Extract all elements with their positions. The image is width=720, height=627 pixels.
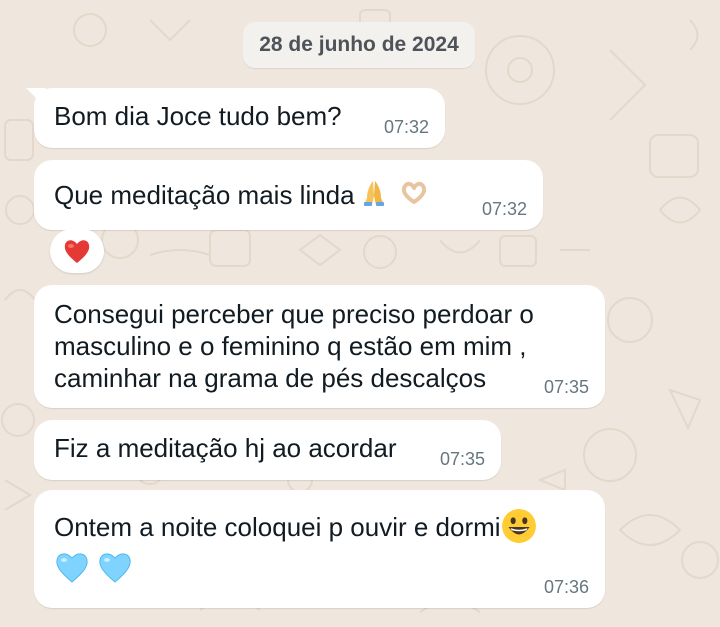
message-text: Consegui perceber que preciso perdoar o … [54, 298, 534, 394]
message-bubble[interactable]: Consegui perceber que preciso perdoar o … [34, 285, 605, 408]
chat-thread: 28 de junho de 2024 Bom dia Joce tudo be… [0, 0, 720, 627]
red-heart-icon [64, 240, 90, 263]
message-bubble[interactable]: Bom dia Joce tudo bem? 07:32 [26, 88, 445, 148]
message-timestamp: 07:35 [543, 377, 589, 397]
message-text-line: caminhar na grama de pés descalços [54, 363, 487, 393]
light-blue-heart-icon [56, 553, 88, 583]
message-timestamp: 07:36 [543, 577, 589, 597]
grinning-face-emoji-icon [501, 509, 536, 543]
message-bubble[interactable]: Ontem a noite coloquei p ouvir e dormi 0… [34, 490, 605, 608]
message-timestamp: 07:35 [439, 449, 485, 469]
message-text-line: masculino e o feminino q estão em mim , [54, 331, 527, 361]
message-timestamp: 07:32 [383, 117, 429, 137]
message-text: Bom dia Joce tudo bem? [54, 101, 342, 131]
light-blue-heart-icon [99, 553, 131, 583]
heart-hands-emoji-icon [401, 181, 426, 204]
message-text-line: Consegui perceber que preciso perdoar o [54, 299, 534, 329]
message-bubble[interactable]: Que meditação mais linda 07:32 [34, 160, 543, 230]
message-timestamp: 07:32 [481, 199, 527, 219]
folded-hands-emoji-icon [363, 181, 384, 206]
message-bubble[interactable]: Fiz a meditação hj ao acordar 07:35 [34, 420, 501, 480]
bubble-tail [26, 88, 46, 100]
message-text: Ontem a noite coloquei p ouvir e dormi [54, 512, 501, 542]
message-content: Ontem a noite coloquei p ouvir e dormi [54, 508, 537, 544]
message-text: Que meditação mais linda [54, 180, 355, 210]
message-text: Fiz a meditação hj ao acordar [54, 433, 397, 463]
message-content: Que meditação mais linda [54, 178, 429, 211]
message-reaction[interactable] [50, 229, 104, 273]
date-separator: 28 de junho de 2024 [243, 22, 475, 68]
blue-hearts [54, 550, 133, 591]
